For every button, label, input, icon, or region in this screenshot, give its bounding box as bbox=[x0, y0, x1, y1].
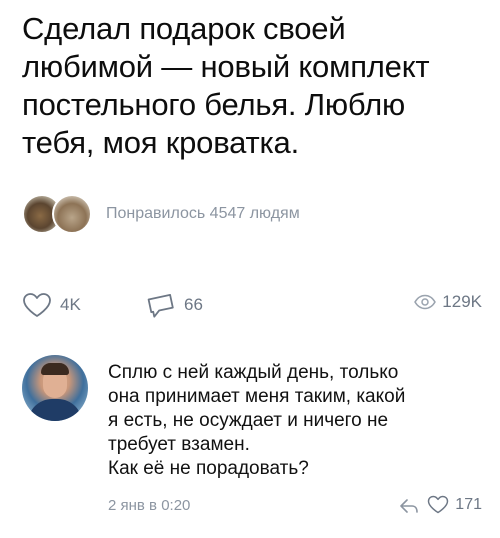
comment-icon bbox=[147, 293, 174, 318]
comment-text: Сплю с ней каждый день, только она прини… bbox=[108, 362, 406, 479]
liker-avatar[interactable] bbox=[52, 194, 92, 234]
liker-avatars[interactable] bbox=[22, 192, 96, 236]
comment-meta: 2 янв в 0:20 171 bbox=[108, 495, 482, 519]
like-button[interactable]: 4K bbox=[22, 292, 81, 318]
views-count: 129K bbox=[442, 292, 482, 311]
reply-icon[interactable] bbox=[398, 497, 420, 515]
eye-icon bbox=[414, 294, 437, 310]
comment-count: 66 bbox=[184, 295, 203, 314]
views-counter: 129K bbox=[414, 292, 482, 312]
heart-icon bbox=[23, 293, 51, 317]
like-count: 4K bbox=[60, 295, 81, 314]
likers-count-text[interactable]: Понравилось 4547 людям bbox=[106, 205, 300, 223]
post-text: Сделал подарок своей любимой — новый ком… bbox=[22, 11, 430, 160]
comment-button[interactable]: 66 bbox=[146, 292, 203, 318]
commenter-avatar[interactable] bbox=[22, 355, 88, 421]
post-actions-bar: 4K 66 129K bbox=[22, 292, 482, 322]
comment-like-button[interactable]: 171 bbox=[427, 495, 482, 514]
likers-row[interactable]: Понравилось 4547 людям bbox=[22, 192, 300, 236]
comment-date[interactable]: 2 янв в 0:20 bbox=[108, 497, 190, 514]
heart-icon bbox=[428, 495, 449, 514]
comment-like-count: 171 bbox=[455, 495, 482, 513]
